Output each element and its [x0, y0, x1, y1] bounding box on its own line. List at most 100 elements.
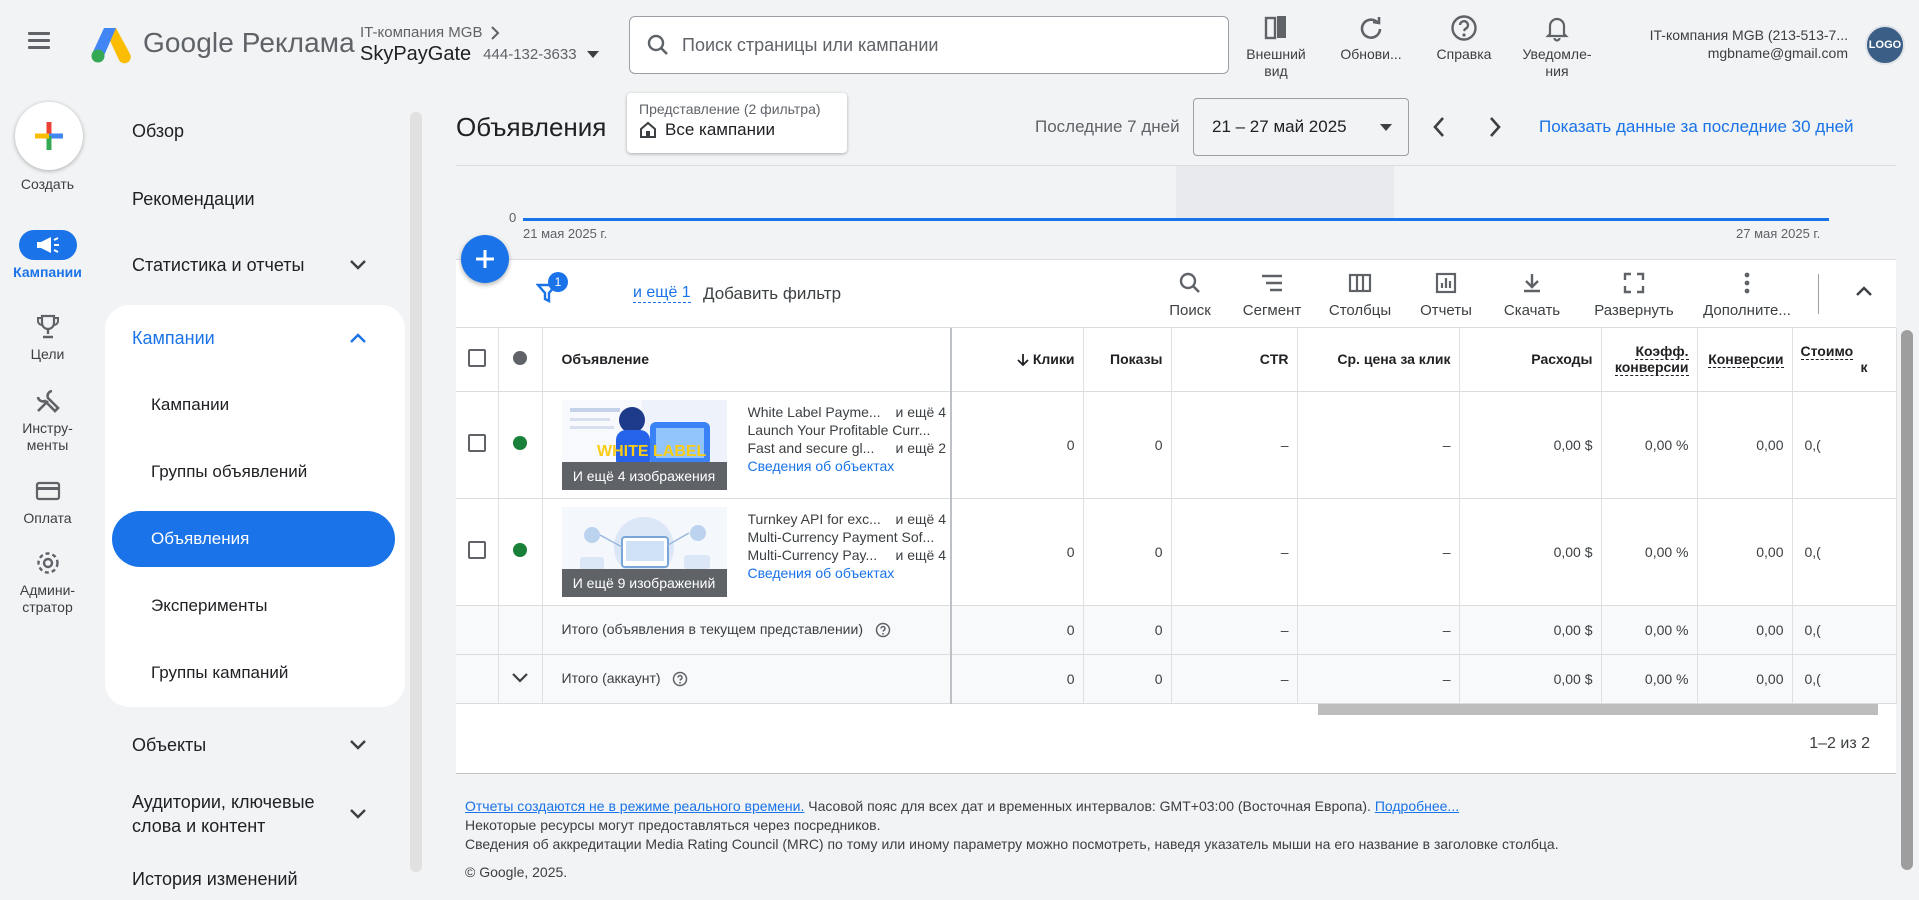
appearance-button[interactable]: Внешний вид — [1239, 12, 1313, 80]
previous-period-button[interactable] — [1424, 112, 1454, 142]
asset-details-link[interactable]: Сведения об объектах — [748, 457, 946, 475]
account-dropdown-icon[interactable] — [586, 51, 599, 58]
header-cost-per-conv-label-1: Стоимо — [1800, 343, 1854, 361]
table-row[interactable]: WHITE LABEL И ещё 4 изображения White La… — [456, 391, 1897, 499]
total-avg-cpc: – — [1297, 654, 1460, 704]
toolbar-expand-label: Развернуть — [1594, 302, 1674, 319]
date-range-picker[interactable]: 21 – 27 май 2025 — [1193, 98, 1409, 156]
main-menu-button[interactable] — [28, 28, 68, 60]
nav-sub-campaigns[interactable]: Кампании — [105, 377, 405, 433]
toolbar-more-button[interactable]: Дополните... — [1701, 268, 1793, 319]
help-button[interactable]: Справка — [1426, 12, 1502, 63]
not-realtime-link[interactable]: Отчеты создаются не в режиме реального в… — [465, 798, 804, 814]
nav-audiences[interactable]: Аудитории, ключевые слова и контент — [105, 787, 405, 841]
nav-sub-ads[interactable]: Объявления — [112, 511, 395, 567]
chevron-right-icon — [491, 25, 500, 40]
search-input[interactable] — [682, 34, 1202, 56]
more-images-badge[interactable]: И ещё 4 изображения — [561, 461, 727, 490]
nav-stats[interactable]: Статистика и отчеты — [105, 244, 405, 286]
asset-details-link[interactable]: Сведения об объектах — [748, 564, 946, 582]
header-cost-per-conv[interactable]: Стоимо к — [1792, 328, 1897, 392]
rail-item-tools[interactable]: Инстру- менты — [0, 386, 95, 454]
refresh-label: Обнови... — [1340, 46, 1402, 62]
more-images-badge[interactable]: И ещё 9 изображений — [561, 568, 727, 597]
collapse-chart-icon[interactable] — [1854, 284, 1874, 298]
add-filter-button[interactable]: Добавить фильтр — [703, 284, 841, 304]
total-empty-cell — [498, 605, 543, 655]
add-ad-button[interactable] — [461, 235, 509, 283]
rail-item-goals[interactable]: Цели — [0, 312, 95, 363]
table-toolbar: 1 и ещё 1 Добавить фильтр Поиск Сегмент … — [456, 260, 1896, 328]
page-scrollbar[interactable] — [1899, 90, 1915, 887]
more-filters-link[interactable]: и ещё 1 — [633, 284, 691, 303]
header-conversions[interactable]: Конверсии — [1697, 328, 1793, 392]
header-clicks[interactable]: Клики — [951, 328, 1084, 392]
nav-objects[interactable]: Объекты — [105, 724, 405, 766]
user-info[interactable]: IT-компания MGB (213-513-7... mgbname@gm… — [1650, 26, 1848, 62]
nav-sub-campaign-groups[interactable]: Группы кампаний — [105, 645, 405, 701]
toolbar-search-button[interactable]: Поиск — [1160, 268, 1220, 319]
notifications-button[interactable]: Уведомле- ния — [1512, 12, 1602, 80]
nav-audiences-label-1: Аудитории, ключевые — [132, 792, 315, 812]
cell-cost-per-conv: 0,( — [1792, 498, 1897, 606]
help-label: Справка — [1436, 46, 1492, 62]
avatar[interactable]: LOGO — [1865, 25, 1905, 65]
chevron-down-icon[interactable] — [511, 672, 529, 684]
toolbar-download-label: Скачать — [1503, 302, 1561, 319]
select-all-checkbox[interactable] — [467, 348, 486, 367]
rail-item-admin[interactable]: Админи- стратор — [0, 548, 95, 616]
nav-sub-experiments[interactable]: Эксперименты — [105, 578, 405, 634]
header-select-all[interactable] — [456, 328, 499, 392]
learn-more-link[interactable]: Подробнее... — [1375, 798, 1459, 814]
header-cost[interactable]: Расходы — [1459, 328, 1602, 392]
ad-thumbnail[interactable]: И ещё 9 изображений — [561, 506, 727, 597]
table-horizontal-scrollbar[interactable] — [1318, 704, 1878, 715]
refresh-button[interactable]: Обнови... — [1329, 12, 1413, 63]
row-checkbox[interactable] — [467, 434, 486, 452]
total-impressions: 0 — [1083, 605, 1172, 655]
create-button[interactable] — [15, 102, 83, 170]
status-enabled-dot — [513, 543, 527, 557]
table-row[interactable]: И ещё 9 изображений Turnkey API for exc.… — [456, 498, 1897, 606]
account-company[interactable]: IT-компания MGB — [360, 24, 599, 41]
toolbar-download-button[interactable]: Скачать — [1499, 268, 1565, 319]
rail-item-campaigns[interactable]: Кампании — [0, 230, 95, 281]
ad-thumbnail[interactable]: WHITE LABEL И ещё 4 изображения — [561, 399, 727, 490]
view-selector[interactable]: Представление (2 фильтра) Все кампании — [627, 93, 847, 153]
header-ctr[interactable]: CTR — [1171, 328, 1298, 392]
cell-avg-cpc: – — [1297, 391, 1460, 499]
account-switcher[interactable]: IT-компания MGB SkyPayGate 444-132-3633 — [360, 24, 599, 66]
row-checkbox[interactable] — [467, 541, 486, 559]
expand-account-total-cell[interactable] — [498, 654, 543, 704]
header-conv-rate[interactable]: Коэфф. конверсии — [1601, 328, 1698, 392]
toolbar-columns-button[interactable]: Столбцы — [1327, 268, 1393, 319]
nav-history[interactable]: История изменений — [105, 858, 405, 900]
help-icon[interactable] — [875, 622, 891, 638]
show-last-30-days-link[interactable]: Показать данные за последние 30 дней — [1539, 117, 1854, 137]
nav-recommendations[interactable]: Рекомендации — [105, 178, 405, 220]
toolbar-reports-button[interactable]: Отчеты — [1418, 268, 1474, 319]
search-box[interactable] — [629, 16, 1229, 74]
nav-campaigns[interactable]: Кампании — [105, 312, 405, 364]
sidenav-scrollbar[interactable] — [410, 112, 422, 872]
next-period-button[interactable] — [1480, 112, 1510, 142]
nav-overview[interactable]: Обзор — [105, 110, 405, 152]
rail-item-billing[interactable]: Оплата — [0, 476, 95, 527]
header-ad[interactable]: Объявление — [542, 328, 952, 392]
page-scrollbar-thumb[interactable] — [1901, 330, 1913, 870]
header-impressions[interactable]: Показы — [1083, 328, 1172, 392]
total-account-label-cell: Итого (аккаунт) — [542, 654, 952, 704]
header-avg-cpc[interactable]: Ср. цена за клик — [1297, 328, 1460, 392]
ad-cell: И ещё 9 изображений Turnkey API for exc.… — [542, 498, 952, 606]
toolbar-segment-button[interactable]: Сегмент — [1238, 268, 1306, 319]
total-cost-per-conv: 0,( — [1792, 654, 1897, 704]
row-select-cell[interactable] — [456, 391, 499, 499]
help-icon[interactable] — [672, 671, 688, 687]
row-status-cell — [498, 498, 543, 606]
row-select-cell[interactable] — [456, 498, 499, 606]
total-cost-per-conv: 0,( — [1792, 605, 1897, 655]
toolbar-expand-button[interactable]: Развернуть — [1592, 268, 1676, 319]
appearance-label: Внешний — [1246, 46, 1306, 62]
cell-conversions: 0,00 — [1697, 498, 1793, 606]
nav-sub-ad-groups[interactable]: Группы объявлений — [105, 444, 405, 500]
